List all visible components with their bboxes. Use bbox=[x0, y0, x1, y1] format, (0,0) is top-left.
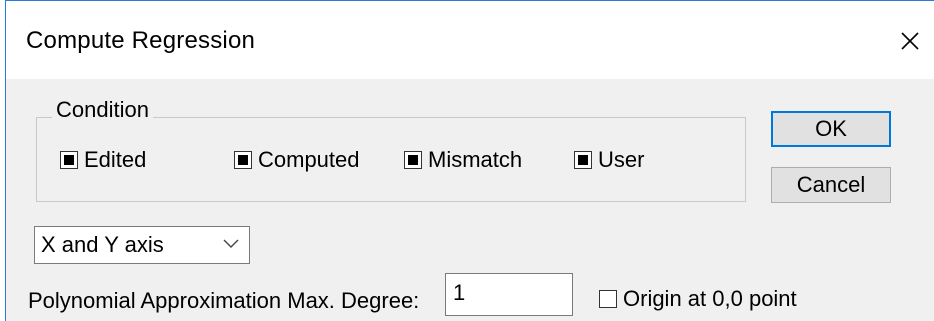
edited-checkbox[interactable]: Edited bbox=[60, 147, 146, 173]
edited-checkbox-label: Edited bbox=[84, 147, 147, 172]
origin-checkbox-label: Origin at 0,0 point bbox=[623, 286, 797, 311]
origin-checkbox-box[interactable] bbox=[599, 290, 617, 308]
condition-group-label: Condition bbox=[52, 97, 153, 123]
axis-select[interactable]: X and Y axis bbox=[34, 226, 250, 264]
computed-checkbox-label: Computed bbox=[258, 147, 360, 172]
axis-select-value: X and Y axis bbox=[41, 232, 164, 257]
mismatch-checkbox-box[interactable] bbox=[404, 151, 422, 169]
close-button[interactable] bbox=[886, 19, 934, 63]
origin-checkbox[interactable]: Origin at 0,0 point bbox=[599, 286, 797, 312]
title-bar: Compute Regression bbox=[6, 1, 934, 79]
user-checkbox-label: User bbox=[598, 147, 645, 172]
computed-checkbox-box[interactable] bbox=[234, 151, 252, 169]
close-icon bbox=[901, 32, 919, 50]
computed-checkbox[interactable]: Computed bbox=[234, 147, 360, 173]
user-checkbox-box[interactable] bbox=[574, 151, 592, 169]
dialog-title: Compute Regression bbox=[26, 27, 256, 54]
chevron-down-icon bbox=[223, 239, 239, 248]
mismatch-checkbox-label: Mismatch bbox=[428, 147, 523, 172]
mismatch-checkbox[interactable]: Mismatch bbox=[404, 147, 522, 173]
compute-regression-dialog: Compute Regression Condition Edited Comp… bbox=[5, 0, 934, 321]
cancel-button[interactable]: Cancel bbox=[771, 167, 891, 203]
user-checkbox[interactable]: User bbox=[574, 147, 644, 173]
degree-input[interactable]: 1 bbox=[445, 273, 573, 316]
edited-checkbox-box[interactable] bbox=[60, 151, 78, 169]
ok-button[interactable]: OK bbox=[771, 111, 891, 147]
degree-label: Polynomial Approximation Max. Degree: bbox=[28, 288, 420, 313]
